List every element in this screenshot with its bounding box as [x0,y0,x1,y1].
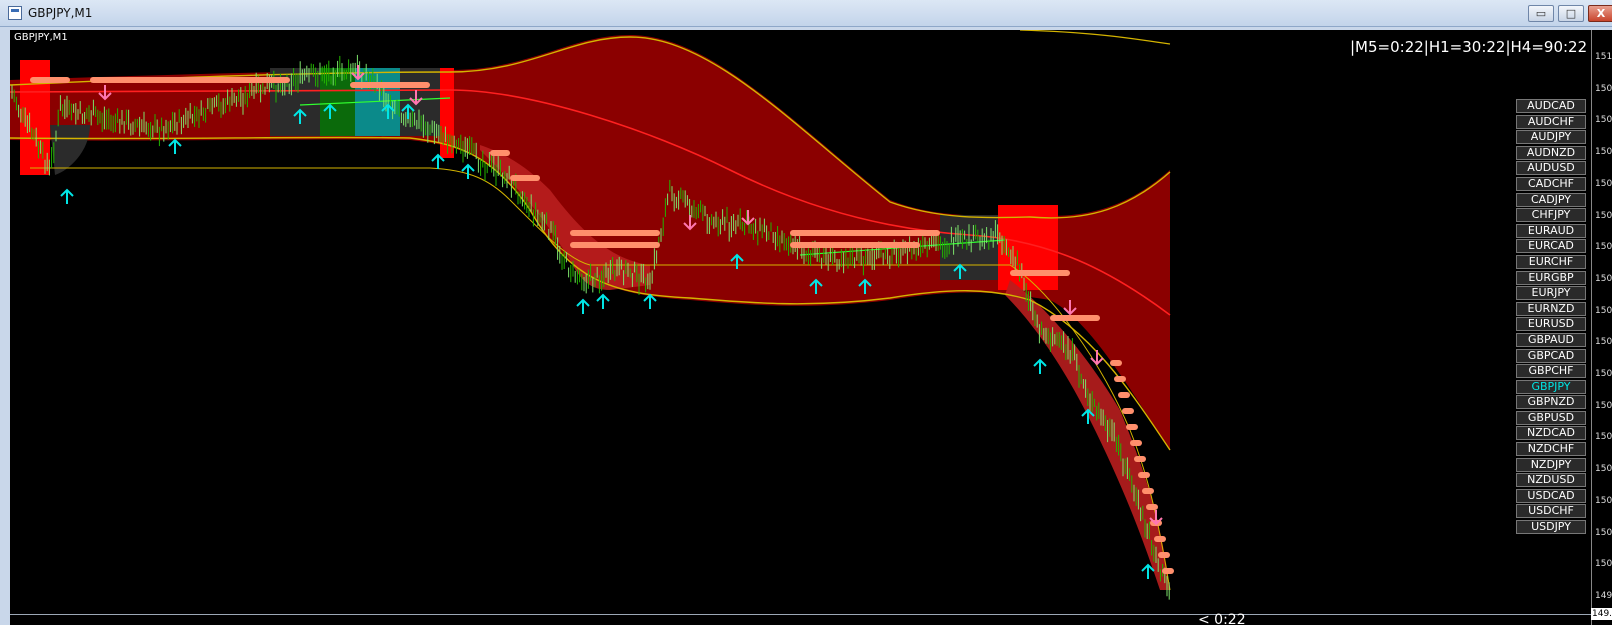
price-tick: 150.14 [1595,495,1612,506]
salmon-marker [1138,472,1150,478]
price-tick: 150.72 [1595,210,1612,221]
symbol-button-gbpusd[interactable]: GBPUSD [1516,410,1586,425]
zone-green [320,68,355,136]
symbol-button-gbpaud[interactable]: GBPAUD [1516,332,1586,347]
symbol-button-audcad[interactable]: AUDCAD [1516,99,1586,113]
buy-arrow-icon [596,293,610,309]
price-tick: 150.85 [1595,147,1612,158]
price-tick: 150.01 [1595,559,1612,570]
salmon-marker [1122,408,1134,414]
price-tick: 150.59 [1595,273,1612,284]
symbol-button-audusd[interactable]: AUDUSD [1516,161,1586,176]
salmon-marker [1154,536,1166,542]
symbol-button-cadchf[interactable]: CADCHF [1516,176,1586,191]
minimize-icon: ▭ [1535,7,1547,20]
salmon-marker [1050,315,1100,321]
symbol-button-eurchf[interactable]: EURCHF [1516,254,1586,269]
symbol-button-audchf[interactable]: AUDCHF [1516,114,1586,129]
symbol-button-eurcad[interactable]: EURCAD [1516,239,1586,254]
salmon-marker [1118,392,1130,398]
top-yellow-line [1019,30,1171,45]
price-tick: 150.66 [1595,242,1612,253]
candle-timer-bottom: < 0:22 [1198,612,1246,625]
buy-arrow-icon [1033,358,1047,374]
price-tick: 150.92 [1595,115,1612,126]
symbol-button-cadjpy[interactable]: CADJPY [1516,192,1586,207]
price-tick: 150.40 [1595,369,1612,379]
salmon-marker [1162,568,1174,574]
salmon-marker [1010,270,1070,276]
buy-arrow-icon [168,138,182,154]
symbol-button-eurusd[interactable]: EURUSD [1516,317,1586,332]
salmon-marker [1130,440,1142,446]
chart-window-icon [8,6,22,20]
salmon-marker [490,150,510,156]
symbol-button-nzdcad[interactable]: NZDCAD [1516,426,1586,441]
symbol-button-gbpcad[interactable]: GBPCAD [1516,348,1586,363]
price-tick: 150.98 [1595,83,1612,94]
price-tick: 151.05 [1595,52,1612,62]
price-tick: 150.20 [1595,464,1612,475]
salmon-marker [790,242,920,248]
salmon-marker [570,242,660,248]
salmon-marker [1142,488,1154,494]
price-tick: 150.07 [1595,527,1612,538]
salmon-marker [1146,504,1158,510]
buy-arrow-icon [576,298,590,314]
price-tick: 150.46 [1595,337,1612,348]
symbol-button-eurjpy[interactable]: EURJPY [1516,286,1586,301]
candle-timer-top: |M5=0:22|H1=30:22|H4=90:22 [1350,38,1588,56]
buy-arrow-icon [60,188,74,204]
symbol-button-nzdchf[interactable]: NZDCHF [1516,442,1586,457]
symbol-button-nzdusd[interactable]: NZDUSD [1516,473,1586,488]
symbol-button-euraud[interactable]: EURAUD [1516,223,1586,238]
current-price-line [10,614,1591,615]
chart-symbol-label: GBPJPY,M1 [14,32,68,43]
maximize-icon: □ [1565,7,1577,20]
price-chart[interactable]: GBPJPY,M1 |M5=0:22|H1=30:22|H4=90:22 < 0… [10,30,1612,625]
symbol-button-usdjpy[interactable]: USDJPY [1516,520,1586,535]
symbol-button-gbpchf[interactable]: GBPCHF [1516,364,1586,379]
price-tick: 150.53 [1595,305,1612,316]
salmon-marker [350,82,430,88]
symbol-button-audnzd[interactable]: AUDNZD [1516,145,1586,160]
salmon-marker [510,175,540,181]
price-tick: 150.33 [1595,400,1612,411]
symbol-button-audjpy[interactable]: AUDJPY [1516,130,1586,145]
current-price-label: 149.99 [1591,608,1612,620]
salmon-marker [790,230,940,236]
salmon-marker [90,77,290,83]
buy-arrow-icon [643,293,657,309]
close-icon: X [1596,7,1606,20]
close-button[interactable]: X [1588,5,1612,22]
symbol-button-gbpjpy[interactable]: GBPJPY [1516,379,1586,394]
symbol-button-chfjpy[interactable]: CHFJPY [1516,208,1586,223]
salmon-marker [1134,456,1146,462]
symbol-button-nzdjpy[interactable]: NZDJPY [1516,457,1586,472]
salmon-marker [30,77,70,83]
salmon-marker [1114,376,1126,382]
chart-canvas[interactable] [10,30,1590,625]
price-axis[interactable]: 151.05 150.98 150.92 150.85 150.79 150.72 150.… [1591,30,1612,625]
price-tick: 150.27 [1595,432,1612,443]
salmon-marker [570,230,660,236]
minimize-button[interactable]: ▭ [1528,5,1554,22]
price-tick: 150.79 [1595,178,1612,189]
window-title: GBPJPY,M1 [28,6,93,20]
window-titlebar: GBPJPY,M1 ▭ □ X [0,0,1612,27]
salmon-marker [1126,424,1138,430]
symbol-button-usdchf[interactable]: USDCHF [1516,504,1586,519]
symbol-button-gbpnzd[interactable]: GBPNZD [1516,395,1586,410]
price-tick: 149.9 [1595,590,1612,601]
maximize-button[interactable]: □ [1558,5,1584,22]
symbol-button-usdcad[interactable]: USDCAD [1516,488,1586,503]
buy-arrow-icon [461,163,475,179]
symbol-switcher: AUDCAD AUDCHF AUDJPY AUDNZD AUDUSD CADCHF CADJ… [1516,99,1586,536]
symbol-button-eurnzd[interactable]: EURNZD [1516,301,1586,316]
salmon-marker [1158,552,1170,558]
salmon-marker [1110,360,1122,366]
symbol-button-eurgbp[interactable]: EURGBP [1516,270,1586,285]
